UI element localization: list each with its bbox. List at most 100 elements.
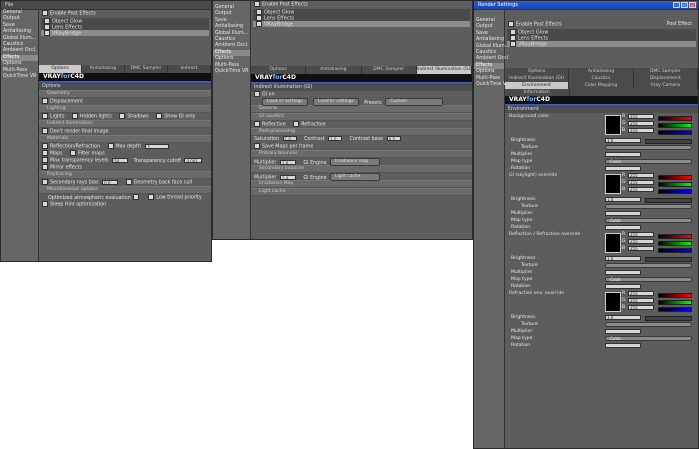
sidebar-item-global-illumination[interactable]: Global Illum... [474, 44, 509, 50]
subsection-indirect[interactable]: Indirect illumination [39, 120, 211, 128]
subsection-secondary-bounces[interactable]: Secondary bounces [251, 165, 472, 173]
subsection-general[interactable]: General [251, 105, 472, 113]
optimized-checkbox[interactable] [132, 194, 139, 200]
subsection-materials[interactable]: Materials [39, 135, 211, 143]
secondary-multiplier-field[interactable]: 1.0 [279, 174, 296, 181]
map-type-dropdown[interactable]: Cubic [605, 159, 692, 164]
shadows-checkbox[interactable] [119, 113, 126, 119]
texture-button[interactable] [605, 322, 692, 327]
rgb-value[interactable]: 255 [628, 128, 654, 133]
multiplier-field[interactable] [605, 152, 641, 157]
effect-item-vraybridge[interactable]: VRayBridge [253, 21, 470, 28]
rgb-slider[interactable] [658, 122, 692, 128]
sidebar-item-quicktime-vr[interactable]: QuickTime VR [474, 82, 509, 88]
close-icon[interactable]: × [689, 2, 696, 8]
map-type-dropdown[interactable]: Cubic [605, 218, 692, 223]
subsection-geometry[interactable]: Geometry [39, 90, 211, 98]
post-effect-button[interactable]: Post Effect [667, 21, 692, 28]
color-swatch[interactable] [605, 233, 621, 253]
tab-indirect-illumination[interactable]: Indirect Illumination (GI) [416, 66, 472, 74]
primary-multiplier-field[interactable]: 1.0 [279, 159, 296, 166]
sidebar-item-ambient-occlusion[interactable]: Ambient Occl. [474, 56, 510, 62]
subsection-raytracing[interactable]: Raytracing [39, 171, 211, 179]
refractive-checkbox[interactable] [293, 121, 300, 127]
effect-item-vraybridge[interactable]: VRayBridge [41, 30, 209, 37]
tab-antialiasing[interactable]: Antialiasing [569, 68, 634, 75]
map-type-dropdown[interactable]: Cubic [605, 336, 692, 341]
tab-information[interactable]: Information [505, 89, 570, 96]
tab-vray-camera[interactable]: Vray Camera [634, 82, 698, 89]
max-depth-field[interactable]: 5 [145, 143, 170, 150]
max-depth-checkbox[interactable] [107, 143, 114, 149]
rgb-value[interactable]: 255 [628, 232, 654, 237]
enable-post-effects-checkbox[interactable] [254, 1, 260, 7]
rgb-slider[interactable] [658, 299, 692, 305]
effect-checkbox[interactable] [256, 21, 262, 27]
brightness-field[interactable]: 1.0 [605, 197, 641, 202]
subsection-lighting[interactable]: Lighting [39, 105, 211, 113]
backface-checkbox[interactable] [125, 179, 132, 185]
low-thread-checkbox[interactable] [148, 194, 155, 200]
subsection-primary-bounces[interactable]: Primary bounces [251, 150, 472, 158]
tab-color-mapping[interactable]: Color Mapping [569, 82, 634, 89]
transp-cutoff-field[interactable]: 0.001 [184, 157, 203, 164]
rotation-field[interactable] [605, 225, 641, 230]
rgb-slider[interactable] [658, 181, 692, 187]
brightness-field[interactable]: 1.0 [605, 315, 641, 320]
secondary-gi-engine-dropdown[interactable]: Light cache [330, 173, 381, 181]
show-gi-checkbox[interactable] [156, 113, 163, 119]
rgb-slider[interactable] [658, 306, 692, 312]
save-irr-settings-button[interactable]: Load irr settings [313, 98, 359, 106]
sidebar-item-ambient-occlusion[interactable]: Ambient Occl. [213, 43, 250, 49]
map-type-dropdown[interactable]: Cubic [605, 277, 692, 282]
minimize-icon[interactable]: _ [673, 2, 680, 8]
texture-button[interactable] [605, 263, 692, 268]
enable-post-effects-checkbox[interactable] [508, 21, 514, 27]
hidden-lights-checkbox[interactable] [72, 113, 79, 119]
displacement-checkbox[interactable] [42, 98, 48, 104]
load-irr-settings-button[interactable]: Load irr settings [262, 98, 308, 106]
tab-dmc-sampler[interactable]: DMC Sampler [125, 65, 168, 73]
max-transp-field[interactable]: 50 [112, 157, 129, 164]
secondary-rays-field[interactable]: 0.0 [102, 179, 119, 186]
enable-post-effects-checkbox[interactable] [42, 10, 48, 16]
subsection-light-cache[interactable]: Light cache [251, 188, 472, 196]
effect-checkbox[interactable] [44, 30, 50, 36]
subsection-irradiance-map[interactable]: Irradiance Map [251, 180, 472, 188]
tab-dmc-sampler[interactable]: DMC Sampler [362, 66, 417, 74]
rgb-value[interactable]: 255 [628, 180, 654, 185]
tab-indirect-illumination[interactable]: Indirect Illumination (GI) [505, 75, 570, 82]
rgb-value[interactable]: 255 [628, 298, 654, 303]
rotation-field[interactable] [605, 343, 641, 348]
rgb-value[interactable]: 255 [628, 173, 654, 178]
texture-button[interactable] [605, 204, 692, 209]
reflective-checkbox[interactable] [254, 121, 260, 127]
refl-refr-checkbox[interactable] [42, 143, 48, 149]
tab-caustics[interactable]: Caustics [569, 75, 634, 82]
rgb-slider[interactable] [658, 115, 692, 121]
rgb-slider[interactable] [658, 247, 692, 253]
rgb-value[interactable]: 255 [628, 187, 654, 192]
tab-options[interactable]: Options [505, 68, 570, 75]
rgb-value[interactable]: 255 [628, 239, 654, 244]
brightness-field[interactable]: 1.0 [605, 256, 641, 261]
rgb-slider[interactable] [658, 129, 692, 135]
effect-checkbox[interactable] [510, 41, 516, 47]
sidebar-item-quicktime-vr[interactable]: QuickTime VR [213, 69, 250, 75]
tab-displacement[interactable]: Displacement [634, 75, 698, 82]
tab-options[interactable]: Options [39, 65, 82, 73]
sidebar-item-multi-pass[interactable]: Multi-Pass [474, 76, 504, 82]
primary-gi-engine-dropdown[interactable]: Irradiance map [330, 158, 381, 166]
sidebar-item-ambient-occlusion[interactable]: Ambient Occl. [1, 48, 38, 54]
rgb-slider[interactable] [658, 292, 692, 298]
contrast-base-field[interactable]: 0.5 [386, 136, 401, 142]
maps-checkbox[interactable] [42, 150, 48, 156]
subsection-post-processing[interactable]: Post-processing [251, 128, 472, 136]
tab-environment[interactable]: Environment [505, 82, 570, 89]
tab-options[interactable]: Options [251, 66, 307, 74]
mirror-checkbox[interactable] [42, 164, 48, 170]
sidebar-item-antialiasing[interactable]: Antialiasing [474, 37, 504, 43]
sidebar-item-global-illumination[interactable]: Global Illum... [213, 31, 250, 37]
rgb-value[interactable]: 255 [628, 305, 654, 310]
contrast-field[interactable]: 1.0 [328, 136, 343, 142]
